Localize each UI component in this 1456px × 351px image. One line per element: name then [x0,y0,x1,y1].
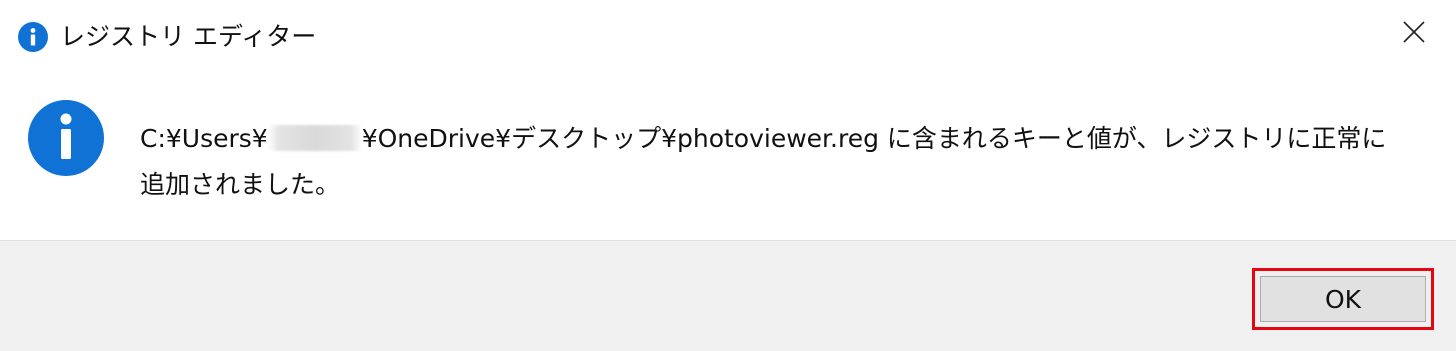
message-text: C:¥Users¥ ¥OneDrive¥デスクトップ¥photoviewer.re… [140,116,1440,208]
info-icon [28,100,104,176]
message-line-2: 追加されました。 [140,170,341,199]
registry-editor-dialog: レジストリ エディター C:¥Users¥ ¥OneDrive¥デスクトップ¥ph… [0,0,1456,351]
path-suffix: ¥OneDrive¥デスクトップ¥photoviewer.reg に含まれるキー… [361,124,1387,153]
message-line-1: C:¥Users¥ ¥OneDrive¥デスクトップ¥photoviewer.re… [140,116,1440,162]
title-bar: レジストリ エディター [0,0,1456,72]
message-area: C:¥Users¥ ¥OneDrive¥デスクトップ¥photoviewer.re… [0,72,1456,240]
ok-button-highlight: OK [1252,268,1434,330]
close-icon [1402,20,1426,48]
info-icon [18,22,48,52]
window-title: レジストリ エディター [60,22,317,51]
button-bar: OK [0,240,1456,351]
close-button[interactable] [1384,6,1444,62]
redacted-username [267,125,362,151]
path-prefix: C:¥Users¥ [140,124,268,153]
ok-button[interactable]: OK [1260,276,1426,322]
